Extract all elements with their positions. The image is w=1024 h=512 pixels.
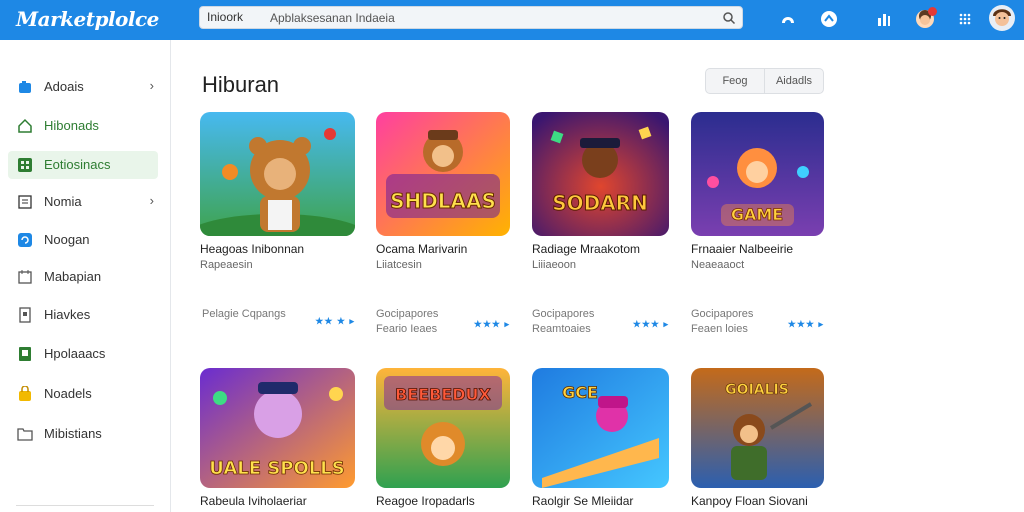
stats-icon[interactable] xyxy=(872,7,896,31)
sidebar-item-label: Nomia xyxy=(44,194,82,209)
app-card[interactable]: GAME Frnaaier Nalbeeirie Neaeaaoct Gocip… xyxy=(691,112,824,335)
app-title[interactable]: Raolgir Se Mleiidar xyxy=(532,494,669,508)
art-text: GAME xyxy=(731,205,783,224)
sidebar-item-label: Adoais xyxy=(44,79,84,94)
top-bar: Marketplolce Inioork xyxy=(0,0,1024,40)
app-icon[interactable] xyxy=(776,7,800,31)
search-icon[interactable] xyxy=(722,11,736,25)
sidebar-item-9[interactable]: Mibistians xyxy=(8,420,158,448)
app-card[interactable]: SODARN Radiage Mraakotom Liiiaeoon Gocip… xyxy=(532,112,669,335)
sidebar-item-2[interactable]: Eotiosinacs xyxy=(8,151,158,179)
app-title[interactable]: Frnaaier Nalbeeirie xyxy=(691,242,824,256)
rating-stars: ★★ ★ ▸ xyxy=(315,316,355,326)
chat-icon[interactable] xyxy=(817,7,841,31)
divider xyxy=(16,505,154,506)
apps-grid-icon[interactable] xyxy=(953,7,977,31)
art-text: UALE SPOLLS xyxy=(209,458,344,479)
calendar-icon xyxy=(18,270,32,284)
app-subtitle: Neaeaaoct xyxy=(691,259,745,271)
app-meta-2: Feaen loies xyxy=(691,323,748,335)
app-subtitle: Rapeaesin xyxy=(200,259,253,271)
art-text: SHDLAAS xyxy=(390,189,496,213)
sidebar-item-label: Mibistians xyxy=(44,426,102,441)
folder-icon xyxy=(17,428,33,441)
sidebar-item-5[interactable]: Mabapian xyxy=(8,263,158,291)
sidebar-item-label: Hibonads xyxy=(44,118,99,133)
tag-icon xyxy=(19,81,31,93)
sidebar-item-label: Eotiosinacs xyxy=(44,157,111,172)
toggle-option-aidadls[interactable]: Aidadls xyxy=(764,69,823,93)
chevron-right-icon: › xyxy=(149,78,154,93)
sidebar-item-label: Hiavkes xyxy=(44,307,91,322)
sidebar-item-4[interactable]: Noogan xyxy=(8,226,158,254)
sidebar-item-1[interactable]: Hibonads xyxy=(8,112,158,140)
art-text: GCE xyxy=(562,383,598,402)
toggle-option-feog[interactable]: Feog xyxy=(706,69,764,93)
app-meta: Pelagie Cqpangs xyxy=(202,308,286,320)
list-icon xyxy=(18,195,32,209)
app-subtitle: Liiiaeoon xyxy=(532,259,577,271)
rating-stars: ★★★ ▸ xyxy=(473,319,510,329)
app-title[interactable]: Ocama Marivarin xyxy=(376,242,510,256)
app-meta: Gocipapores xyxy=(376,308,439,320)
home-icon xyxy=(18,118,32,133)
app-title[interactable]: Heagoas Inibonnan xyxy=(200,242,355,256)
grid-icon xyxy=(18,158,32,172)
search-input[interactable] xyxy=(270,9,710,26)
search-bar[interactable]: Inioork xyxy=(199,6,743,29)
sidebar: Adoais › Hibonads Eotiosinacs Nomia › No… xyxy=(0,40,171,512)
sidebar-item-6[interactable]: Hiavkes xyxy=(8,301,158,329)
app-title[interactable]: Radiage Mraakotom xyxy=(532,242,669,256)
app-thumbnail[interactable]: BEEBEDUX xyxy=(376,368,510,488)
app-card[interactable]: BEEBEDUX Reagoe Iropadarls xyxy=(376,368,510,508)
app-card[interactable]: UALE SPOLLS Rabeula Iviholaeriar xyxy=(200,368,355,508)
brand-logo[interactable]: Marketplolce xyxy=(16,7,159,31)
app-title[interactable]: Reagoe Iropadarls xyxy=(376,494,510,508)
art-text: SODARN xyxy=(552,191,648,215)
sidebar-item-label: Mabapian xyxy=(44,269,102,284)
app-thumbnail[interactable]: GCE xyxy=(532,368,669,488)
art-text: GOIALIS xyxy=(725,382,789,398)
sidebar-item-label: Noadels xyxy=(44,386,92,401)
art-text: BEEBEDUX xyxy=(395,385,491,404)
app-title[interactable]: Rabeula Iviholaeriar xyxy=(200,494,355,508)
app-card[interactable]: GCE Raolgir Se Mleiidar xyxy=(532,368,669,508)
app-meta-2: Feario Ieaes xyxy=(376,323,438,335)
app-meta: Gocipapores xyxy=(532,308,595,320)
app-card[interactable]: SHDLAAS Ocama Marivarin Liiatcesin Gocip… xyxy=(376,112,510,335)
view-toggle: Feog Aidadls xyxy=(705,68,824,94)
rating-stars: ★★★ ▸ xyxy=(787,319,824,329)
app-meta: Gocipapores xyxy=(691,308,754,320)
book-icon xyxy=(19,347,31,361)
sidebar-item-0[interactable]: Adoais › xyxy=(8,73,158,101)
document-icon xyxy=(19,307,31,323)
app-card[interactable]: Heagoas Inibonnan Rapeaesin Pelagie Cqpa… xyxy=(200,112,355,326)
sidebar-item-label: Hpolaaacs xyxy=(44,346,106,361)
app-thumbnail[interactable]: GOIALIS xyxy=(691,368,824,488)
notification-icon[interactable] xyxy=(913,7,937,31)
app-thumbnail[interactable]: UALE SPOLLS xyxy=(200,368,355,488)
notification-badge xyxy=(928,7,937,16)
sidebar-item-8[interactable]: Noadels xyxy=(8,380,158,408)
chevron-right-icon: › xyxy=(149,193,154,208)
user-avatar[interactable] xyxy=(988,4,1016,32)
app-thumbnail[interactable]: GAME xyxy=(691,112,824,236)
app-thumbnail[interactable]: SODARN xyxy=(532,112,669,236)
refresh-icon xyxy=(18,233,32,247)
bag-icon xyxy=(19,386,31,401)
search-scope[interactable]: Inioork xyxy=(207,10,243,24)
app-thumbnail[interactable] xyxy=(200,112,355,236)
app-card[interactable]: GOIALIS Kanpoy Floan Siovani xyxy=(691,368,824,508)
page-title: Hiburan xyxy=(202,72,280,97)
app-thumbnail[interactable]: SHDLAAS xyxy=(376,112,510,236)
app-subtitle: Liiatcesin xyxy=(376,259,422,271)
app-meta-2: Reamtoaies xyxy=(532,323,591,335)
app-title[interactable]: Kanpoy Floan Siovani xyxy=(691,494,824,508)
rating-stars: ★★★ ▸ xyxy=(632,319,669,329)
sidebar-item-3[interactable]: Nomia › xyxy=(8,188,158,216)
sidebar-item-7[interactable]: Hpolaaacs xyxy=(8,340,158,368)
sidebar-item-label: Noogan xyxy=(44,232,90,247)
